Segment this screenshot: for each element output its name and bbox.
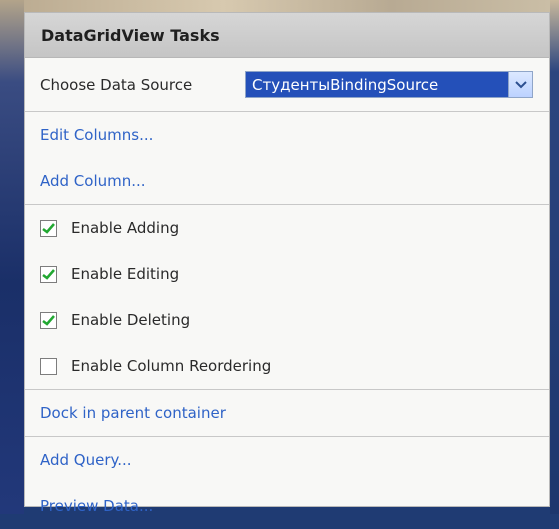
enable-editing-checkbox[interactable] <box>40 265 57 283</box>
preview-data-link[interactable]: Preview Data... <box>25 483 549 529</box>
enable-deleting-option[interactable]: Enable Deleting <box>25 297 549 343</box>
enable-deleting-checkbox[interactable] <box>40 311 57 329</box>
edit-columns-label: Edit Columns... <box>40 126 154 144</box>
enable-column-reordering-checkbox[interactable] <box>40 357 57 375</box>
add-query-label: Add Query... <box>40 451 132 469</box>
checkmark-icon <box>42 268 55 280</box>
choose-data-source-label: Choose Data Source <box>40 75 193 94</box>
background-left-strip <box>0 0 24 514</box>
dock-in-parent-container-label: Dock in parent container <box>40 404 226 422</box>
enable-adding-checkbox[interactable] <box>40 219 57 237</box>
checkmark-icon <box>42 222 55 234</box>
enable-editing-option[interactable]: Enable Editing <box>25 251 549 297</box>
enable-editing-label: Enable Editing <box>71 265 180 283</box>
panel-title: DataGridView Tasks <box>25 13 549 58</box>
enable-deleting-label: Enable Deleting <box>71 311 191 329</box>
dock-in-parent-container-link[interactable]: Dock in parent container <box>25 390 549 436</box>
edit-columns-link[interactable]: Edit Columns... <box>25 112 549 158</box>
preview-data-label: Preview Data... <box>40 497 154 515</box>
datagridview-tasks-panel: DataGridView Tasks Choose Data Source Ст… <box>24 12 550 515</box>
data-source-row: Choose Data Source СтудентыBindingSource <box>25 58 549 112</box>
checkmark-icon <box>42 314 55 326</box>
add-column-link[interactable]: Add Column... <box>25 158 549 204</box>
enable-column-reordering-label: Enable Column Reordering <box>71 357 272 375</box>
chevron-down-icon[interactable] <box>508 72 532 97</box>
enable-adding-label: Enable Adding <box>71 219 180 237</box>
add-query-link[interactable]: Add Query... <box>25 437 549 483</box>
background-right-strip <box>550 0 559 514</box>
data-source-selected-value: СтудентыBindingSource <box>246 72 508 97</box>
enable-adding-option[interactable]: Enable Adding <box>25 205 549 251</box>
add-column-label: Add Column... <box>40 172 146 190</box>
data-source-select[interactable]: СтудентыBindingSource <box>245 71 533 98</box>
enable-column-reordering-option[interactable]: Enable Column Reordering <box>25 343 549 389</box>
